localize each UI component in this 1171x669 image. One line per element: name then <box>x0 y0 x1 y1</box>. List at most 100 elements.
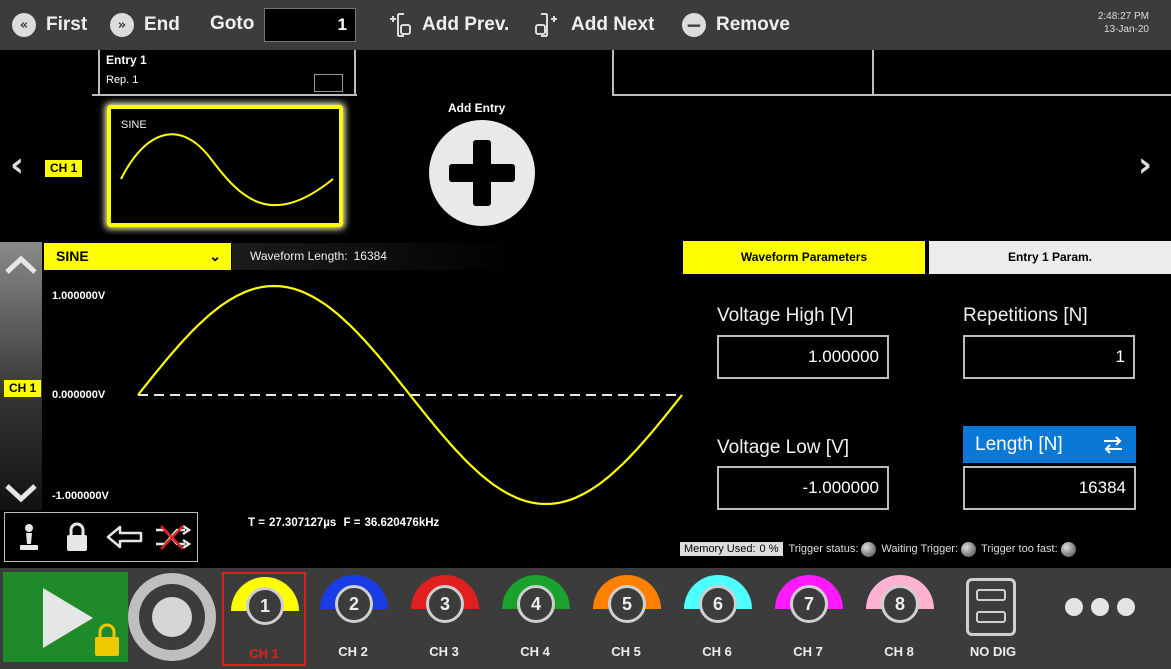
waveform-length-value: 16384 <box>353 249 387 263</box>
divider <box>92 94 357 96</box>
channel-number: 7 <box>790 585 828 623</box>
swap-arrows-icon <box>1104 435 1122 454</box>
channel-number: 3 <box>426 585 464 623</box>
memory-used-value: 0 % <box>759 543 779 555</box>
channel-number: 2 <box>335 585 373 623</box>
repetitions-field[interactable] <box>963 335 1135 379</box>
add-prev-label: Add Prev. <box>422 14 510 35</box>
stop-button[interactable] <box>128 573 216 661</box>
channel-name: CH 2 <box>338 644 368 659</box>
arrow-left-icon[interactable] <box>105 517 145 557</box>
channel-number: 6 <box>699 585 737 623</box>
length-label: Length [N] <box>975 433 1063 455</box>
channel-name: CH 7 <box>793 644 823 659</box>
add-next-label: Add Next <box>571 14 655 35</box>
status-bar: Memory Used: 0 % Trigger status: Waiting … <box>680 540 1081 558</box>
trigger-too-fast-led <box>1060 541 1076 557</box>
channel-name: CH 4 <box>520 644 550 659</box>
goto-label: Goto <box>210 13 255 34</box>
channel-button-7[interactable]: 7 CH 7 <box>768 572 852 666</box>
add-prev-icon <box>390 13 411 37</box>
no-dig-button[interactable]: NO DIG <box>958 572 1028 666</box>
entry-thumbnail[interactable]: SINE <box>107 105 343 227</box>
y-axis-low-label: -1.000000V <box>52 490 109 502</box>
divider <box>872 50 874 95</box>
thumbnail-sine-icon <box>120 133 334 207</box>
channel-button-6[interactable]: 6 CH 6 <box>677 572 761 666</box>
stop-icon <box>139 584 205 650</box>
entry-title: Entry 1 <box>106 53 147 67</box>
tab-waveform-parameters[interactable]: Waveform Parameters <box>683 241 925 274</box>
channel-tag: CH 1 <box>4 380 42 397</box>
tab-entry-parameters[interactable]: Entry 1 Param. <box>929 241 1171 274</box>
minus-icon: − <box>682 13 706 37</box>
add-next-button[interactable]: Add Next <box>533 0 654 50</box>
channel-number: 5 <box>608 585 646 623</box>
edit-tools <box>4 512 198 562</box>
channel-side-strip: CH 1 <box>0 242 42 510</box>
remove-button[interactable]: − Remove <box>682 0 790 50</box>
run-button[interactable] <box>3 572 128 662</box>
add-entry-button[interactable] <box>429 120 535 226</box>
chevron-left-icon[interactable]: ‹ <box>10 148 24 182</box>
shuffle-off-icon[interactable] <box>153 517 193 557</box>
waiting-trigger-label: Waiting Trigger: <box>881 543 959 555</box>
channel-number: 8 <box>881 585 919 623</box>
add-entry-label: Add Entry <box>448 101 506 115</box>
sine-trace <box>137 284 683 506</box>
channel-button-3[interactable]: 3 CH 3 <box>404 572 488 666</box>
channel-button-1[interactable]: 1 CH 1 <box>222 572 306 666</box>
y-axis-high-label: 1.000000V <box>52 290 106 302</box>
play-locked-icon <box>43 588 119 656</box>
frequency-label: F = <box>343 517 361 529</box>
voltage-high-field[interactable] <box>717 335 889 379</box>
channel-name: CH 1 <box>249 646 279 661</box>
divider <box>98 50 100 95</box>
sequence-timeline: Entry 1 Rep. 1 ‹ CH 1 SINE Add Entry › <box>0 50 1171 240</box>
channel-button-8[interactable]: 8 CH 8 <box>859 572 943 666</box>
chevron-down-icon[interactable] <box>0 478 42 508</box>
length-field[interactable] <box>963 466 1136 510</box>
more-options-button[interactable] <box>1065 598 1135 616</box>
end-button[interactable]: » End <box>110 0 180 50</box>
double-chevron-right-icon: » <box>110 13 134 37</box>
divider <box>612 50 614 95</box>
first-button[interactable]: « First <box>12 0 87 50</box>
end-label: End <box>144 14 180 35</box>
add-next-icon <box>535 13 557 37</box>
remove-label: Remove <box>716 14 790 35</box>
voltage-low-label: Voltage Low [V] <box>717 437 850 458</box>
voltage-low-field[interactable] <box>717 466 889 510</box>
frequency-value: 36.620476kHz <box>364 517 440 529</box>
repetitions-label: Repetitions [N] <box>963 305 1088 326</box>
channel-name: CH 5 <box>611 644 641 659</box>
period-label: T = <box>248 517 265 529</box>
chevron-up-icon[interactable] <box>0 250 42 280</box>
waveform-type-select[interactable]: SINE ⌄ <box>44 243 231 270</box>
pawn-icon[interactable] <box>9 517 49 557</box>
chevron-right-icon[interactable]: › <box>1138 148 1152 182</box>
channel-name: CH 3 <box>429 644 459 659</box>
channel-name: CH 8 <box>884 644 914 659</box>
bottom-bar: 1 CH 1 2 CH 2 3 CH 3 4 CH 4 5 CH 5 6 CH 6 7 CH 7 8 CH 8… <box>0 568 1171 669</box>
digital-module-icon <box>966 578 1016 636</box>
period-value: 27.307127µs <box>268 517 337 529</box>
chevron-down-icon: ⌄ <box>209 248 221 264</box>
first-label: First <box>46 14 88 35</box>
ellipsis-icon <box>1065 598 1083 616</box>
entry-checkbox[interactable] <box>314 74 343 92</box>
goto-input[interactable] <box>264 8 356 42</box>
entry-repetitions: Rep. 1 <box>106 74 139 86</box>
channel-button-2[interactable]: 2 CH 2 <box>313 572 397 666</box>
trigger-too-fast-label: Trigger too fast: <box>981 543 1058 555</box>
channel-number: 4 <box>517 585 555 623</box>
lock-icon[interactable] <box>57 517 97 557</box>
channel-button-4[interactable]: 4 CH 4 <box>495 572 579 666</box>
add-prev-button[interactable]: Add Prev. <box>384 0 509 50</box>
trigger-status-label: Trigger status: <box>788 543 859 555</box>
length-unit-toggle[interactable]: Length [N] <box>963 426 1136 463</box>
waveform-length-info: Waveform Length: 16384 <box>232 243 517 270</box>
channel-button-5[interactable]: 5 CH 5 <box>586 572 670 666</box>
channel-number: 1 <box>246 587 284 625</box>
divider <box>612 94 874 96</box>
